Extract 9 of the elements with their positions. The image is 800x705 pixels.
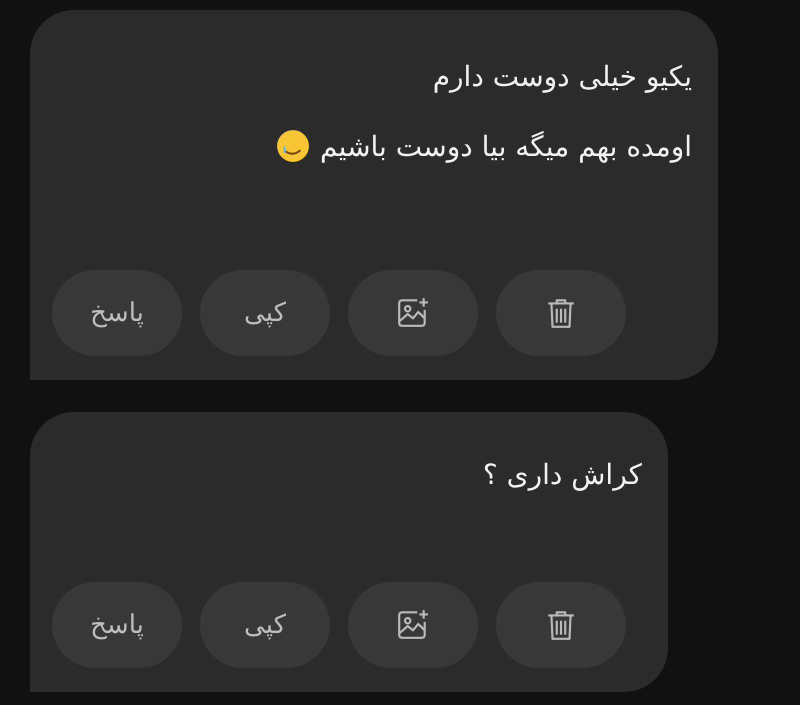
message-text: یکیو خیلی دوست دارم (432, 60, 692, 93)
action-button[interactable]: کپی (200, 582, 330, 668)
add-image-icon (396, 608, 430, 642)
action-button[interactable]: پاسخ (52, 582, 182, 668)
add-image-icon (396, 296, 430, 330)
action-button[interactable]: پاسخ (52, 270, 182, 356)
message-text: اومده بهم میگه بیا دوست باشیم (320, 130, 692, 162)
action-button[interactable]: کپی (200, 270, 330, 356)
message-text: کراش داری ؟ (482, 458, 642, 491)
